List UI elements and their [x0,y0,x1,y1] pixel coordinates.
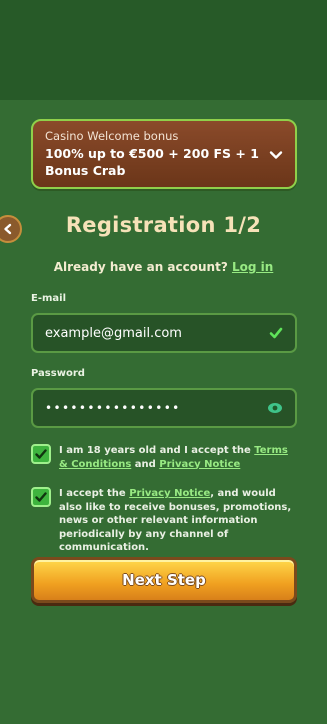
marketing-privacy-link[interactable]: Privacy Notice [129,488,210,499]
password-value: •••••••••••••••• [45,401,181,415]
age-terms-consent: I am 18 years old and I accept the Terms… [59,444,299,471]
and-text: and [134,458,156,470]
account-text: Already have an account? [53,260,228,274]
bonus-caption: Casino Welcome bonus [45,129,179,143]
marketing-consent: I accept the Privacy Notice, and would a… [59,487,299,555]
email-field[interactable]: example@gmail.com [31,313,297,353]
next-step-button[interactable]: Next Step [31,557,297,603]
checkmark-icon [35,492,47,502]
age-terms-checkbox[interactable] [31,444,51,464]
account-prompt: Already have an account? Log in [0,260,327,274]
page-title: Registration 1/2 [65,213,262,237]
checkmark-icon [35,449,47,459]
top-band [0,0,327,100]
bonus-title: 100% up to €500 + 200 FS + 1 Bonus Crab [45,146,259,178]
age-text: I am 18 years old and I accept the [59,445,251,456]
email-value: example@gmail.com [45,325,182,341]
privacy-link[interactable]: Privacy Notice [159,459,240,470]
marketing-checkbox[interactable] [31,487,51,507]
chevron-down-icon [269,151,283,159]
password-label: Password [31,368,85,379]
checkmark-icon [269,327,283,339]
welcome-bonus-dropdown[interactable]: Casino Welcome bonus 100% up to €500 + 2… [31,119,297,189]
login-link[interactable]: Log in [232,260,273,274]
password-field[interactable]: •••••••••••••••• [31,388,297,428]
eye-icon[interactable] [267,402,283,414]
marketing-prefix: I accept the [59,488,126,499]
email-label: E-mail [31,293,67,304]
